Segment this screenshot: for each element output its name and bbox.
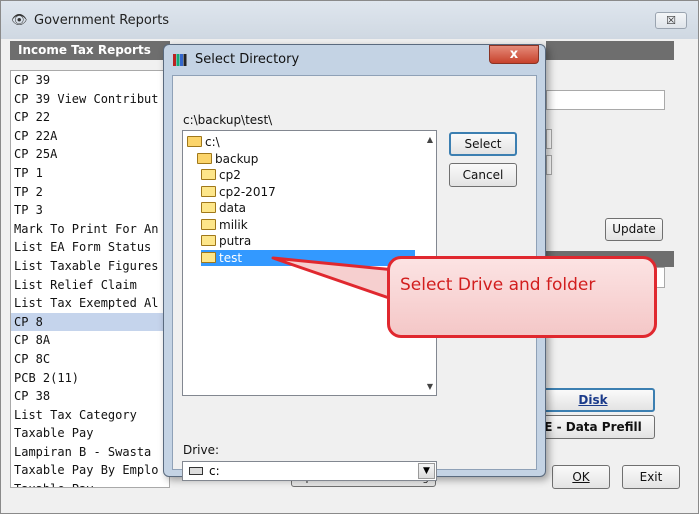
update-button[interactable]: Update xyxy=(605,218,663,241)
disk-button[interactable]: Disk xyxy=(531,388,655,412)
drive-label: Drive: xyxy=(183,443,220,457)
report-list-item[interactable]: Taxable Pay By Emplo xyxy=(11,461,169,480)
tree-folder-label: backup xyxy=(215,151,259,166)
tree-folder-label: c:\ xyxy=(205,135,220,149)
report-list-item[interactable]: List Tax Exempted Al xyxy=(11,294,169,313)
current-path: c:\backup\test\ xyxy=(183,113,273,127)
report-list-item[interactable]: List Relief Claim xyxy=(11,276,169,295)
report-list-item[interactable]: List Tax Category xyxy=(11,406,169,425)
drive-icon xyxy=(189,467,203,475)
dialog-close-button[interactable]: x xyxy=(489,45,539,64)
chevron-down-icon[interactable]: ▼ xyxy=(418,463,435,479)
folder-icon xyxy=(201,202,216,213)
select-button[interactable]: Select xyxy=(449,132,517,156)
report-list-item[interactable]: Taxable Pay ... xyxy=(11,480,169,487)
open-folder-icon xyxy=(187,136,202,147)
tree-folder-item[interactable]: test xyxy=(201,249,415,266)
report-list-item[interactable]: TP 3 xyxy=(11,201,169,220)
tree-folder-label: cp2-2017 xyxy=(219,184,276,199)
report-list-item[interactable]: Lampiran B - Swasta xyxy=(11,443,169,462)
close-icon: ☒ xyxy=(666,14,676,27)
folder-icon xyxy=(201,235,216,246)
directory-app-icon xyxy=(173,54,187,66)
tree-folder-label: cp2 xyxy=(219,168,241,182)
report-list-item[interactable]: CP 22 xyxy=(11,108,169,127)
tree-folder-item[interactable]: cp2 xyxy=(201,167,415,183)
dialog-title: Select Directory xyxy=(195,52,300,67)
close-icon: x xyxy=(509,47,519,62)
report-list-item[interactable]: CP 39 View Contribut xyxy=(11,90,169,109)
report-list[interactable]: CP 39 CP 39 View Contribut CP 22 CP 22A CP 2… xyxy=(10,70,170,488)
right-field-edge-3 xyxy=(656,267,665,288)
report-list-item[interactable]: TP 1 xyxy=(11,164,169,183)
report-list-item[interactable]: CP 8A xyxy=(11,331,169,350)
scroll-up-icon[interactable]: ▲ xyxy=(427,135,433,144)
window-title: Government Reports xyxy=(34,13,170,28)
folder-icon xyxy=(201,185,216,197)
close-button[interactable]: ☒ xyxy=(655,12,687,29)
main-titlebar: 👁 Government Reports ☒ xyxy=(1,1,698,39)
right-field-edge-2 xyxy=(546,155,552,175)
right-header-bar xyxy=(546,41,674,60)
top-right-input[interactable] xyxy=(546,90,665,110)
report-list-item[interactable]: Taxable Pay xyxy=(11,424,169,443)
scroll-down-icon[interactable]: ▼ xyxy=(427,382,433,391)
report-list-item[interactable]: CP 22A xyxy=(11,127,169,146)
ok-label: OK xyxy=(572,470,590,484)
tree-folder-label: data xyxy=(219,201,247,215)
tree-folder-item[interactable]: putra xyxy=(201,233,415,249)
right-field-edge-1 xyxy=(546,129,552,149)
report-list-item[interactable]: List EA Form Status xyxy=(11,238,169,257)
drive-select[interactable]: c: ▼ xyxy=(182,461,437,481)
folder-icon xyxy=(201,218,216,230)
tree-folder-item[interactable]: backup xyxy=(197,151,415,167)
instruction-callout xyxy=(387,256,657,338)
report-list-item[interactable]: Mark To Print For An xyxy=(11,220,169,239)
report-list-item[interactable]: TP 2 xyxy=(11,183,169,202)
report-list-item[interactable]: List Taxable Figures xyxy=(11,257,169,276)
report-list-item[interactable]: CP 38 xyxy=(11,387,169,406)
callout-text: Select Drive and folder xyxy=(400,275,596,295)
tree-folder-item[interactable]: milik xyxy=(201,217,415,233)
exit-label: Exit xyxy=(639,470,663,484)
tree-folder-item[interactable]: data xyxy=(201,200,415,216)
app-icon: 👁 xyxy=(11,13,28,28)
tree-folder-item[interactable]: cp2-2017 xyxy=(201,184,415,200)
folder-icon xyxy=(201,169,216,180)
tree-folder-label: test xyxy=(219,250,243,265)
exit-button[interactable]: Exit xyxy=(622,465,680,489)
folder-icon xyxy=(201,251,216,263)
tree-folder-label: putra xyxy=(219,234,252,248)
tree-folder-item[interactable]: c:\ xyxy=(187,134,415,150)
ok-button[interactable]: OK xyxy=(552,465,610,489)
report-list-item[interactable]: CP 8 xyxy=(11,312,169,332)
report-list-item[interactable]: CP 25A xyxy=(11,145,169,164)
drive-value: c: xyxy=(209,464,220,478)
report-list-item[interactable]: PCB 2(11) xyxy=(11,369,169,388)
report-list-item[interactable]: CP 8C xyxy=(11,350,169,369)
cancel-button[interactable]: Cancel xyxy=(449,163,517,187)
data-prefill-button[interactable]: E - Data Prefill xyxy=(531,415,655,439)
report-list-item[interactable]: CP 39 xyxy=(11,71,169,90)
section-header: Income Tax Reports xyxy=(10,41,170,60)
tree-folder-label: milik xyxy=(219,217,248,232)
open-folder-icon xyxy=(197,152,212,164)
